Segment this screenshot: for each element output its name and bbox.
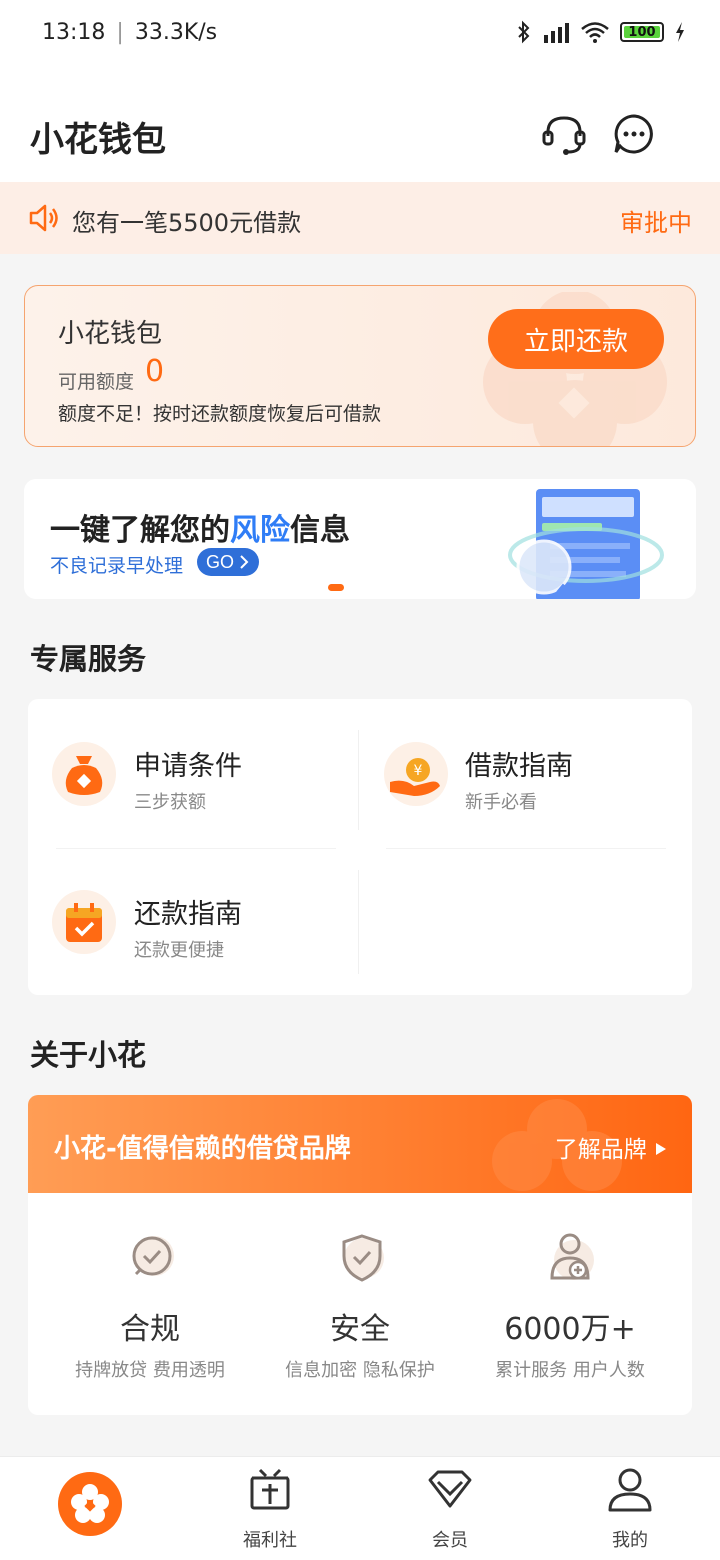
nav-home[interactable] <box>58 1472 122 1536</box>
services-title: 专属服务 <box>30 642 147 676</box>
person-icon <box>608 1468 652 1512</box>
feature-sub: 累计服务 用户人数 <box>495 1360 645 1381</box>
nav-label: 会员 <box>432 1530 468 1551</box>
wifi-icon <box>581 22 609 43</box>
risk-subtitle: 不良记录早处理 <box>50 555 184 577</box>
calendar-check-icon <box>52 890 116 954</box>
learn-brand-link[interactable]: 了解品牌 <box>555 1130 668 1164</box>
diamond-icon <box>428 1470 472 1508</box>
gift-icon <box>250 1468 290 1510</box>
document-magnifier-icon <box>508 489 664 599</box>
nav-member[interactable]: 会员 <box>390 1466 510 1551</box>
coin-hand-icon: ¥ <box>384 742 448 806</box>
nav-mine[interactable]: 我的 <box>570 1466 690 1551</box>
quota-value: 0 <box>145 354 165 389</box>
network-speed: 33.3K/s <box>134 20 218 45</box>
battery-icon: 100 <box>620 22 664 42</box>
risk-title-pre: 一键了解您的 <box>50 513 230 548</box>
clock: 13:18 <box>42 20 106 45</box>
wallet-title: 小花钱包 <box>58 319 163 349</box>
service-name: 借款指南 <box>465 751 573 782</box>
compliance-check-icon <box>132 1236 174 1276</box>
divider <box>386 848 666 849</box>
go-label: GO <box>205 551 234 572</box>
feature-name: 6000万+ <box>504 1312 636 1347</box>
charging-icon <box>676 22 684 42</box>
separator: | <box>116 20 124 45</box>
user-add-icon <box>550 1233 594 1280</box>
service-sub: 三步获额 <box>134 792 206 813</box>
divider <box>358 730 359 830</box>
go-button[interactable]: GO <box>197 548 259 576</box>
nav-welfare[interactable]: 福利社 <box>210 1466 330 1551</box>
feature-sub: 信息加密 隐私保护 <box>285 1360 435 1381</box>
learn-brand-label: 了解品牌 <box>554 1137 647 1163</box>
nav-label: 福利社 <box>243 1530 297 1551</box>
approval-status[interactable]: 审批中 <box>620 203 692 238</box>
page-title: 小花钱包 <box>30 120 166 160</box>
notice-text: 您有一笔5500元借款 <box>72 209 302 237</box>
risk-title-post: 信息 <box>290 513 350 548</box>
quota-label: 可用额度 <box>58 371 135 393</box>
risk-title-highlight: 风险 <box>230 513 290 548</box>
nav-label: 我的 <box>612 1530 648 1551</box>
bluetooth-icon <box>518 20 530 44</box>
risk-title: 一键了解您的风险信息 <box>50 505 350 549</box>
headset-icon[interactable] <box>540 110 588 158</box>
feature-sub: 持牌放贷 费用透明 <box>75 1360 225 1381</box>
service-sub: 还款更便捷 <box>134 940 224 961</box>
wallet-hint: 额度不足！按时还款额度恢复后可借款 <box>58 403 382 425</box>
status-time: 13:18 | 33.3K/s <box>42 20 217 45</box>
chat-bubble-icon[interactable] <box>610 110 658 158</box>
repay-now-button[interactable]: 立即还款 <box>488 309 664 369</box>
flower-logo-icon <box>71 1484 109 1523</box>
triangle-right-icon <box>656 1143 666 1155</box>
service-name: 还款指南 <box>134 899 242 930</box>
feature-name: 合规 <box>120 1312 180 1347</box>
feature-name: 安全 <box>330 1312 390 1347</box>
money-bag-icon <box>52 742 116 806</box>
status-icons: 100 <box>516 20 686 44</box>
brand-slogan: 小花-值得信赖的借贷品牌 <box>54 1134 351 1164</box>
about-title: 关于小花 <box>30 1038 147 1072</box>
divider <box>358 870 359 974</box>
service-sub: 新手必看 <box>465 792 537 813</box>
chevron-right-icon <box>240 555 249 569</box>
speaker-icon <box>29 204 58 232</box>
service-name: 申请条件 <box>134 751 242 782</box>
shield-check-icon <box>342 1234 384 1282</box>
divider <box>56 848 336 849</box>
carousel-indicator <box>328 584 344 591</box>
svg-text:¥: ¥ <box>414 763 423 779</box>
signal-icon <box>544 23 569 43</box>
